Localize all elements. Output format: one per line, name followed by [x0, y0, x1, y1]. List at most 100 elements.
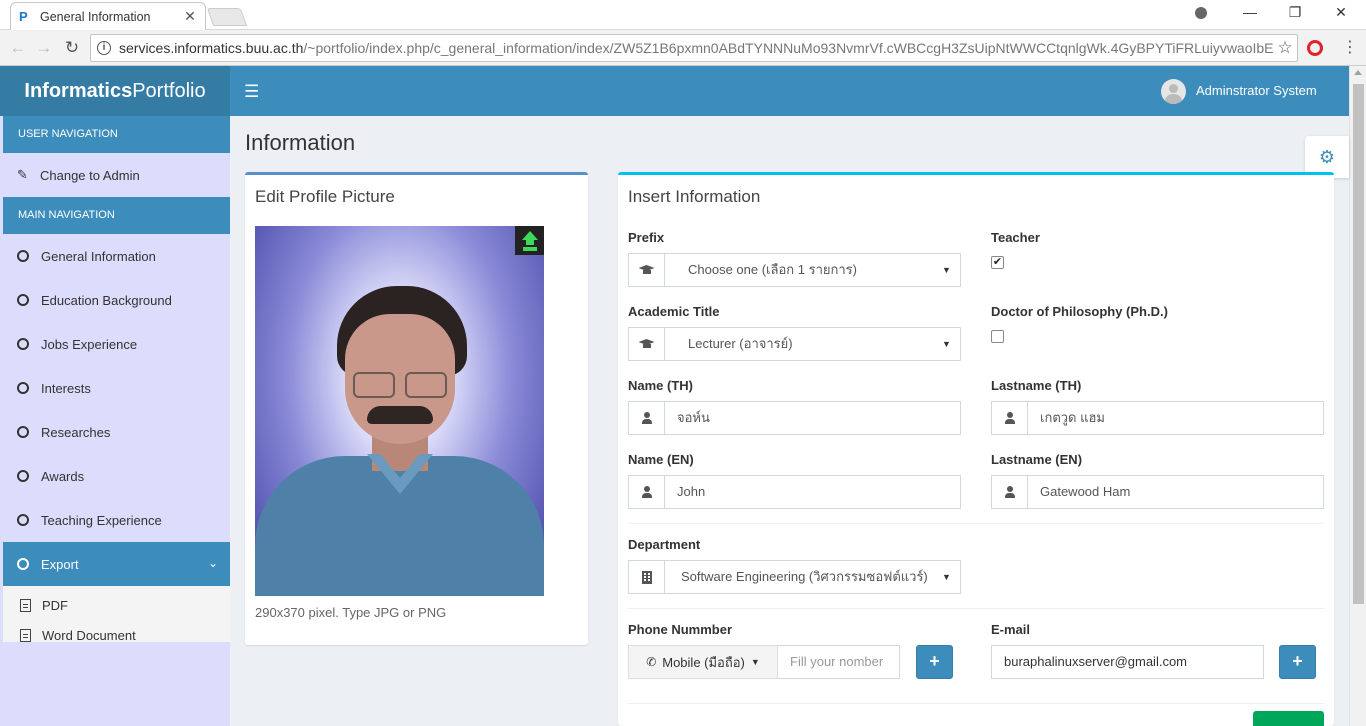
user-avatar[interactable]: [1161, 79, 1186, 104]
forward-arrow-icon[interactable]: →: [32, 36, 56, 60]
circle-icon: [17, 338, 29, 350]
bookmark-star-icon[interactable]: ☆: [1273, 38, 1297, 58]
profile-picture-box: Edit Profile Picture 290x370 pixel. Type…: [245, 172, 588, 645]
prefix-value: Choose one (เลือก 1 รายการ): [688, 262, 857, 277]
main-navigation-header: MAIN NAVIGATION: [3, 197, 230, 234]
name-en-value: John: [677, 484, 706, 499]
department-select[interactable]: Software Engineering (วิศวกรรมซอฟต์แวร์)…: [628, 560, 961, 594]
user-navigation-header: USER NAVIGATION: [3, 116, 230, 153]
divider: [628, 608, 1324, 609]
tab-close-icon[interactable]: ✕: [183, 8, 197, 25]
academic-title-select[interactable]: Lecturer (อาจารย์) ▼: [628, 327, 961, 361]
sidebar-item-teaching-experience[interactable]: Teaching Experience: [0, 498, 230, 542]
profile-box-title: Edit Profile Picture: [255, 187, 395, 206]
upload-button[interactable]: [515, 226, 544, 255]
phone-number-input[interactable]: Fill your nomber: [778, 645, 900, 679]
browser-tab[interactable]: P General Information ✕: [10, 2, 206, 30]
lastname-en-input[interactable]: Gatewood Ham: [991, 475, 1324, 509]
sidebar-item-education-background[interactable]: Education Background: [0, 278, 230, 322]
photo-glasses: [353, 372, 447, 398]
circle-icon: [17, 470, 29, 482]
lastname-en-label: Lastname (EN): [991, 452, 1083, 467]
name-th-value: จอห์น: [677, 410, 710, 425]
name-en-input[interactable]: John: [628, 475, 961, 509]
sidebar-item-label: Awards: [41, 468, 85, 484]
photo-mustache: [367, 406, 433, 424]
email-label: E-mail: [991, 622, 1031, 637]
photo-shirt: [255, 456, 544, 596]
prefix-select[interactable]: Choose one (เลือก 1 รายการ) ▼: [628, 253, 961, 287]
phd-checkbox[interactable]: [991, 330, 1004, 343]
sidebar-item-jobs-experience[interactable]: Jobs Experience: [0, 322, 230, 366]
window-minimize-icon[interactable]: —: [1240, 4, 1260, 20]
browser-menu-icon[interactable]: ⋮: [1340, 37, 1360, 59]
caret-down-icon: ▼: [942, 265, 951, 275]
tab-title: General Information: [40, 9, 151, 24]
portfolio-favicon-icon: P: [19, 8, 28, 24]
sidebar-toggle-icon[interactable]: ☰: [244, 82, 259, 102]
circle-icon: [17, 382, 29, 394]
top-navbar: ☰ Adminstrator System: [230, 66, 1349, 116]
app-logo[interactable]: InformaticsPortfolio: [0, 66, 230, 116]
profile-photo: [255, 226, 544, 596]
url-text[interactable]: services.informatics.buu.ac.th/~portfoli…: [119, 40, 1273, 56]
reload-icon[interactable]: ↻: [60, 36, 84, 60]
form-title: Insert Information: [628, 187, 761, 206]
window-close-icon[interactable]: ✕: [1331, 4, 1351, 21]
addon: [629, 476, 665, 508]
page-scrollbar[interactable]: [1349, 66, 1366, 726]
sidebar-item-export[interactable]: Export ⌄: [3, 542, 230, 586]
browser-profile-icon[interactable]: [1191, 4, 1211, 24]
graduation-cap-icon: [639, 265, 655, 275]
scroll-up-icon[interactable]: [1354, 70, 1362, 75]
upload-icon: [521, 230, 539, 251]
save-button[interactable]: [1253, 711, 1324, 726]
back-arrow-icon[interactable]: ←: [6, 36, 30, 60]
circle-icon: [17, 426, 29, 438]
department-value: Software Engineering (วิศวกรรมซอฟต์แวร์): [681, 569, 928, 584]
page-title: Information: [245, 130, 356, 155]
sidebar: USER NAVIGATION ✎ Change to Admin MAIN N…: [0, 116, 230, 726]
sidebar-item-label: General Information: [41, 248, 156, 264]
opera-extension-icon[interactable]: [1307, 40, 1323, 56]
addon: [629, 328, 665, 360]
new-tab-button[interactable]: [206, 8, 248, 26]
circle-icon: [17, 514, 29, 526]
addon: [992, 402, 1028, 434]
site-info-icon[interactable]: i: [97, 41, 111, 55]
graduation-cap-icon: [639, 339, 655, 349]
teacher-checkbox[interactable]: ✔: [991, 256, 1004, 269]
lastname-en-value: Gatewood Ham: [1040, 484, 1131, 499]
sidebar-item-change-admin[interactable]: ✎ Change to Admin: [0, 153, 230, 197]
browser-toolbar: ← → ↻ i services.informatics.buu.ac.th/~…: [0, 30, 1366, 66]
sidebar-item-pdf[interactable]: PDF: [3, 590, 230, 620]
sidebar-item-word-document[interactable]: Word Document: [3, 620, 230, 650]
email-input[interactable]: buraphalinuxserver@gmail.com: [991, 645, 1264, 679]
add-phone-button[interactable]: +: [916, 645, 953, 679]
circle-icon: [17, 250, 29, 262]
sidebar-item-general-information[interactable]: General Information: [0, 234, 230, 278]
sidebar-item-researches[interactable]: Researches: [0, 410, 230, 454]
circle-icon: [17, 558, 29, 570]
sidebar-item-label: Researches: [41, 424, 111, 440]
scroll-thumb[interactable]: [1353, 84, 1364, 604]
address-bar[interactable]: i services.informatics.buu.ac.th/~portfo…: [90, 34, 1298, 62]
add-email-button[interactable]: +: [1279, 645, 1316, 679]
lastname-th-input[interactable]: เกตวูด แฮม: [991, 401, 1324, 435]
browser-tabstrip: P General Information ✕ — ❐ ✕: [0, 0, 1366, 30]
phone-icon: ✆: [646, 655, 657, 669]
caret-down-icon: ▼: [750, 657, 760, 667]
user-name[interactable]: Adminstrator System: [1196, 83, 1317, 98]
phone-type-dropdown[interactable]: ✆ Mobile (มือถือ) ▼: [628, 645, 778, 679]
caret-down-icon: ▼: [942, 339, 951, 349]
window-maximize-icon[interactable]: ❐: [1285, 4, 1305, 21]
sidebar-item-interests[interactable]: Interests: [0, 366, 230, 410]
name-th-input[interactable]: จอห์น: [628, 401, 961, 435]
circle-icon: [17, 294, 29, 306]
logo-light: Portfolio: [132, 80, 206, 102]
sidebar-item-awards[interactable]: Awards: [0, 454, 230, 498]
document-icon: [20, 598, 31, 612]
export-submenu: PDF Word Document: [3, 586, 230, 643]
academic-title-label: Academic Title: [628, 304, 720, 319]
sidebar-item-label: PDF: [42, 597, 68, 613]
